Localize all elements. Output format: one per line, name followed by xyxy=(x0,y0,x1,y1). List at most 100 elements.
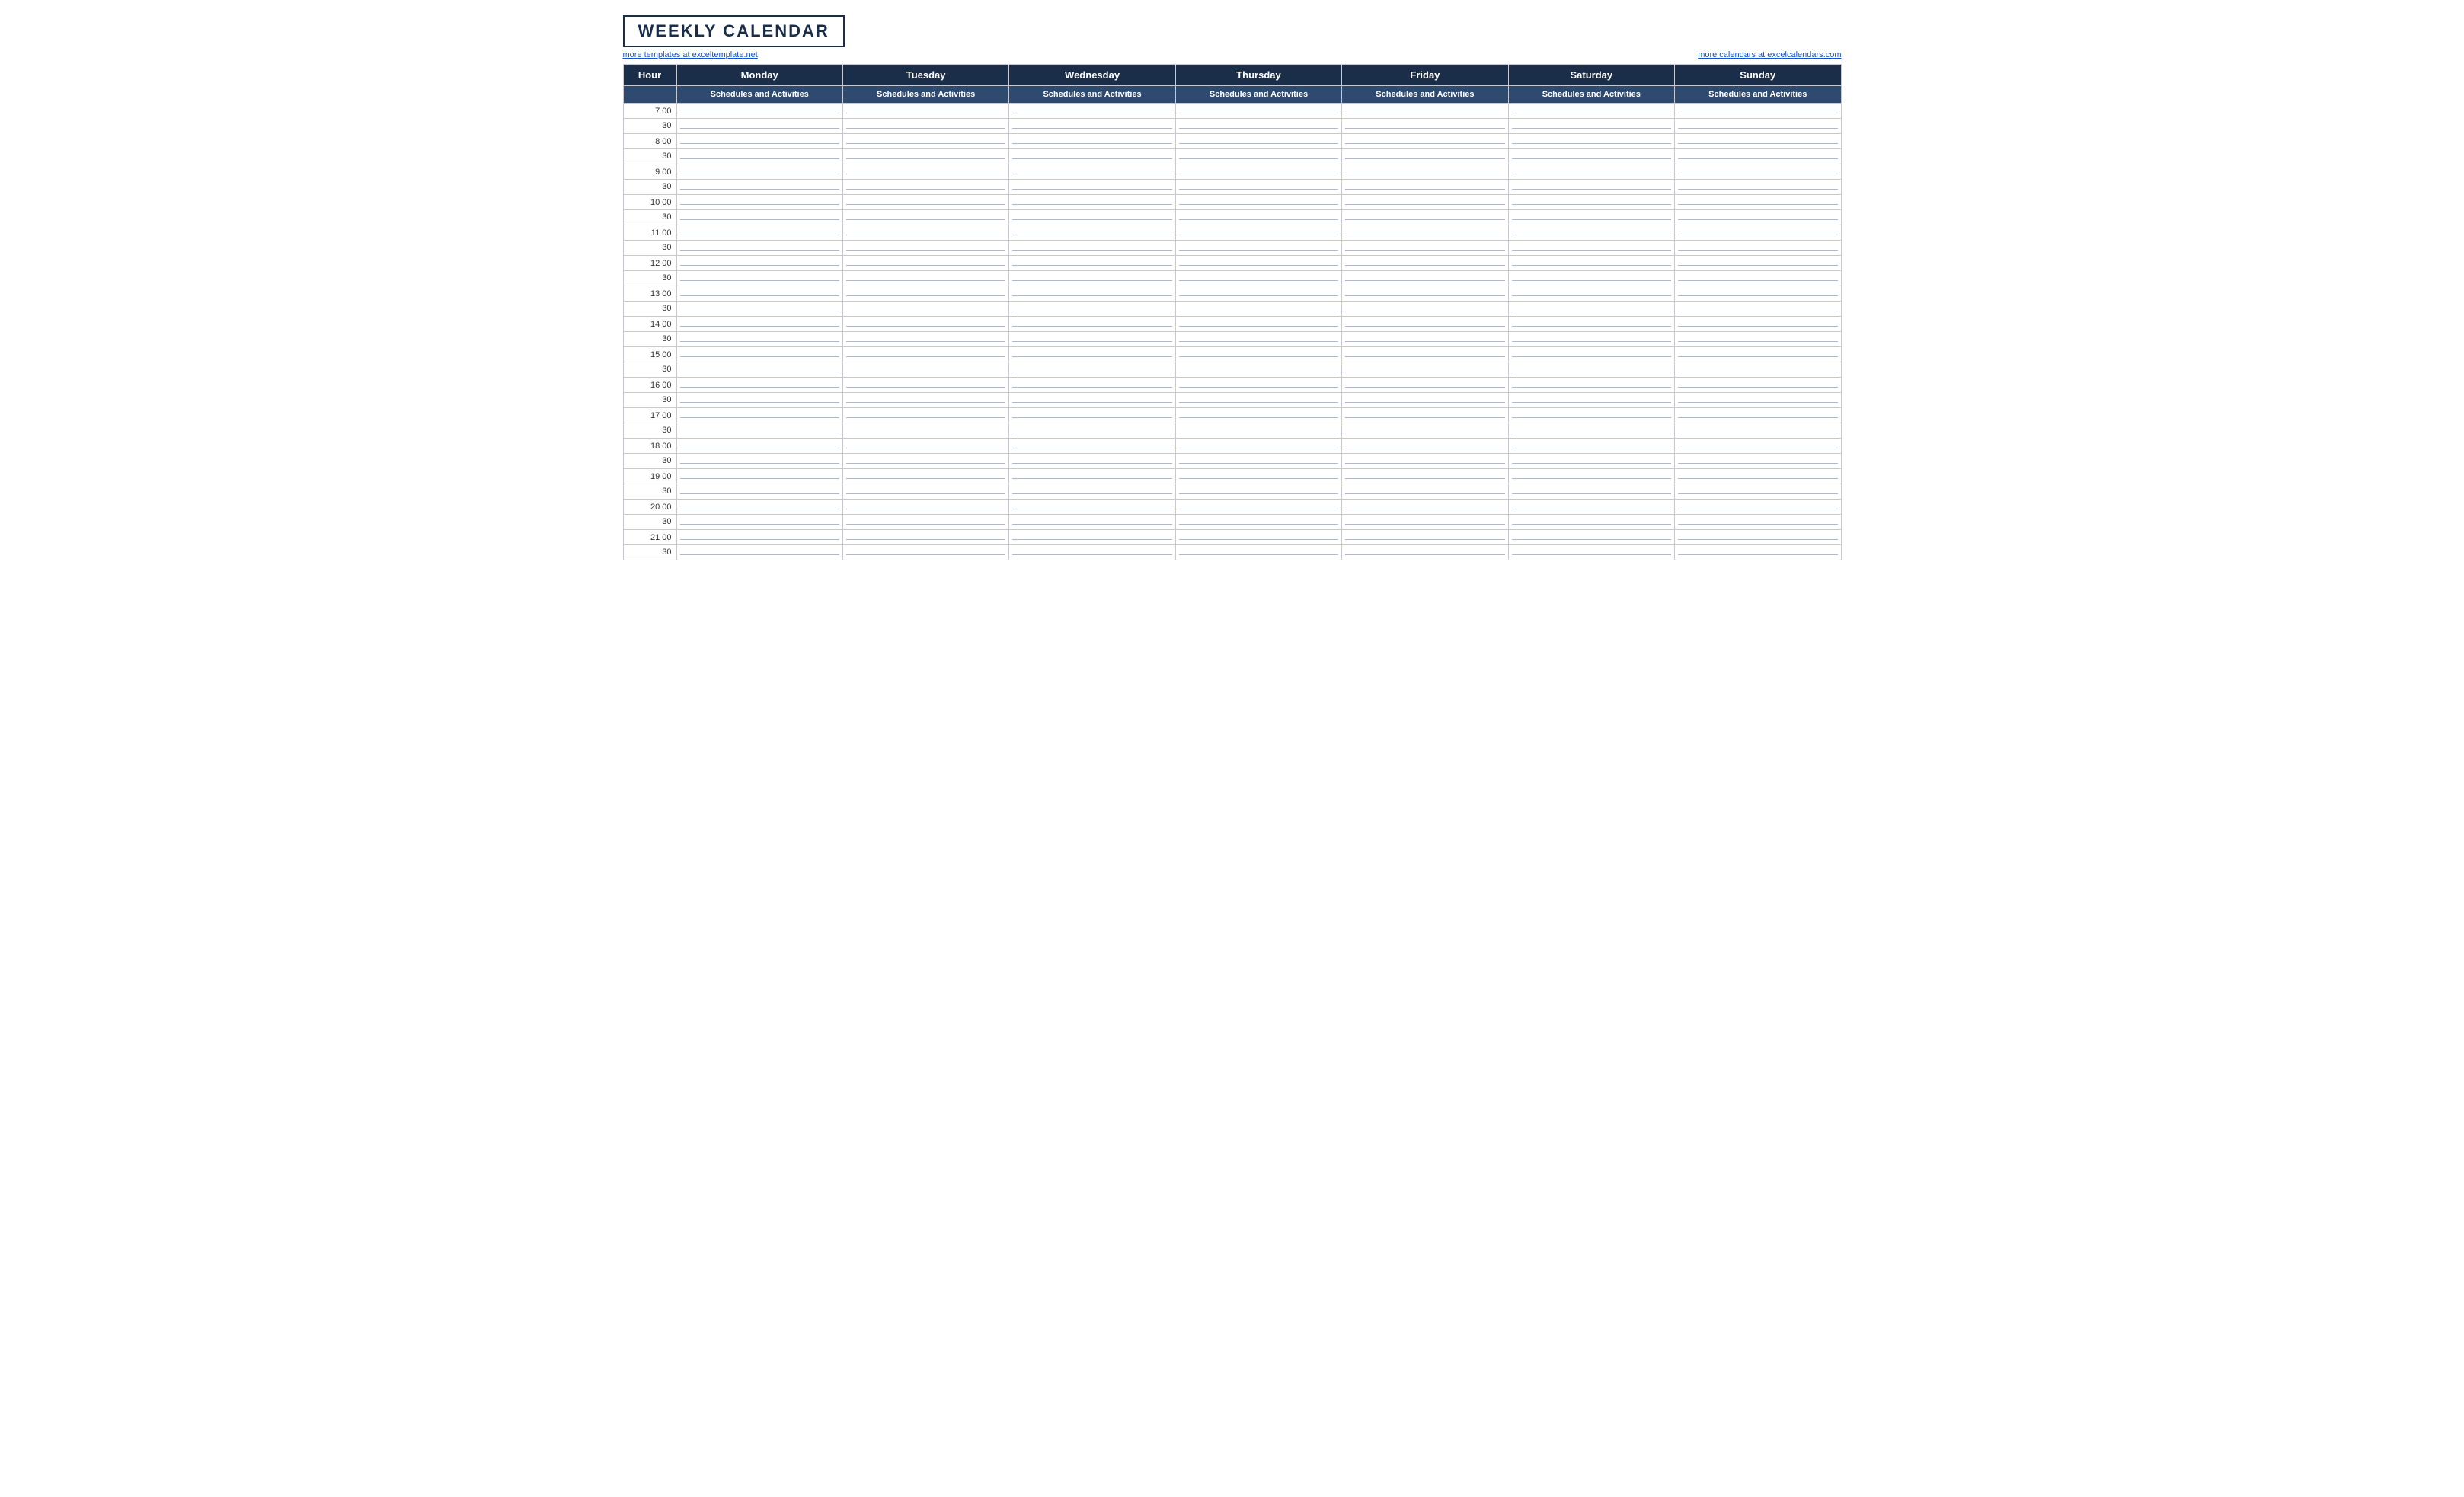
schedule-cell[interactable] xyxy=(1342,104,1508,119)
schedule-cell[interactable] xyxy=(842,286,1008,302)
schedule-cell[interactable] xyxy=(1009,530,1175,545)
schedule-cell[interactable] xyxy=(1508,500,1674,515)
schedule-cell[interactable] xyxy=(1175,256,1341,271)
schedule-cell-half[interactable] xyxy=(1675,119,1841,134)
schedule-cell[interactable] xyxy=(1508,134,1674,149)
schedule-cell[interactable] xyxy=(842,134,1008,149)
schedule-cell-half[interactable] xyxy=(1342,515,1508,530)
schedule-cell-half[interactable] xyxy=(1009,180,1175,195)
schedule-cell-half[interactable] xyxy=(842,423,1008,439)
schedule-cell-half[interactable] xyxy=(842,545,1008,560)
schedule-cell[interactable] xyxy=(676,408,842,423)
schedule-cell[interactable] xyxy=(1342,530,1508,545)
schedule-cell[interactable] xyxy=(842,378,1008,393)
schedule-cell-half[interactable] xyxy=(676,423,842,439)
schedule-cell[interactable] xyxy=(1175,195,1341,210)
schedule-cell-half[interactable] xyxy=(1675,149,1841,164)
schedule-cell-half[interactable] xyxy=(842,241,1008,256)
schedule-cell-half[interactable] xyxy=(1508,484,1674,500)
schedule-cell-half[interactable] xyxy=(842,393,1008,408)
schedule-cell-half[interactable] xyxy=(1009,241,1175,256)
schedule-cell[interactable] xyxy=(1342,439,1508,454)
schedule-cell[interactable] xyxy=(676,164,842,180)
schedule-cell[interactable] xyxy=(1342,286,1508,302)
schedule-cell-half[interactable] xyxy=(1508,271,1674,286)
schedule-cell-half[interactable] xyxy=(1342,393,1508,408)
schedule-cell[interactable] xyxy=(1009,408,1175,423)
schedule-cell-half[interactable] xyxy=(676,515,842,530)
schedule-cell[interactable] xyxy=(1675,439,1841,454)
schedule-cell[interactable] xyxy=(1342,256,1508,271)
schedule-cell-half[interactable] xyxy=(842,362,1008,378)
schedule-cell-half[interactable] xyxy=(1342,454,1508,469)
schedule-cell-half[interactable] xyxy=(1675,362,1841,378)
schedule-cell[interactable] xyxy=(1508,286,1674,302)
schedule-cell-half[interactable] xyxy=(1508,210,1674,225)
schedule-cell[interactable] xyxy=(1009,317,1175,332)
schedule-cell[interactable] xyxy=(1175,164,1341,180)
schedule-cell[interactable] xyxy=(1342,225,1508,241)
schedule-cell-half[interactable] xyxy=(1342,423,1508,439)
schedule-cell[interactable] xyxy=(842,439,1008,454)
schedule-cell-half[interactable] xyxy=(1009,271,1175,286)
schedule-cell-half[interactable] xyxy=(1009,393,1175,408)
schedule-cell[interactable] xyxy=(1175,530,1341,545)
schedule-cell-half[interactable] xyxy=(842,302,1008,317)
schedule-cell-half[interactable] xyxy=(1175,302,1341,317)
schedule-cell-half[interactable] xyxy=(1675,271,1841,286)
schedule-cell[interactable] xyxy=(676,256,842,271)
schedule-cell-half[interactable] xyxy=(842,210,1008,225)
schedule-cell[interactable] xyxy=(1175,225,1341,241)
schedule-cell[interactable] xyxy=(1675,378,1841,393)
schedule-cell[interactable] xyxy=(1009,347,1175,362)
schedule-cell[interactable] xyxy=(676,500,842,515)
schedule-cell[interactable] xyxy=(1342,500,1508,515)
schedule-cell[interactable] xyxy=(1175,134,1341,149)
schedule-cell[interactable] xyxy=(676,286,842,302)
schedule-cell[interactable] xyxy=(676,104,842,119)
schedule-cell[interactable] xyxy=(842,408,1008,423)
schedule-cell-half[interactable] xyxy=(1675,393,1841,408)
schedule-cell[interactable] xyxy=(1675,469,1841,484)
schedule-cell-half[interactable] xyxy=(676,393,842,408)
schedule-cell-half[interactable] xyxy=(1675,302,1841,317)
schedule-cell-half[interactable] xyxy=(1009,545,1175,560)
schedule-cell-half[interactable] xyxy=(1508,454,1674,469)
schedule-cell-half[interactable] xyxy=(1675,180,1841,195)
schedule-cell[interactable] xyxy=(1508,408,1674,423)
schedule-cell[interactable] xyxy=(1508,256,1674,271)
schedule-cell-half[interactable] xyxy=(1342,545,1508,560)
link-right[interactable]: more calendars at excelcalendars.com xyxy=(1698,50,1841,59)
schedule-cell-half[interactable] xyxy=(1675,210,1841,225)
schedule-cell[interactable] xyxy=(676,317,842,332)
schedule-cell[interactable] xyxy=(1175,439,1341,454)
schedule-cell-half[interactable] xyxy=(676,210,842,225)
schedule-cell-half[interactable] xyxy=(1342,271,1508,286)
schedule-cell-half[interactable] xyxy=(1342,180,1508,195)
schedule-cell[interactable] xyxy=(1508,104,1674,119)
schedule-cell-half[interactable] xyxy=(1009,149,1175,164)
schedule-cell[interactable] xyxy=(842,225,1008,241)
schedule-cell[interactable] xyxy=(1009,134,1175,149)
schedule-cell[interactable] xyxy=(1175,104,1341,119)
schedule-cell[interactable] xyxy=(842,469,1008,484)
schedule-cell[interactable] xyxy=(1009,104,1175,119)
schedule-cell[interactable] xyxy=(1675,164,1841,180)
schedule-cell-half[interactable] xyxy=(842,515,1008,530)
schedule-cell-half[interactable] xyxy=(676,332,842,347)
schedule-cell-half[interactable] xyxy=(1175,271,1341,286)
schedule-cell-half[interactable] xyxy=(676,180,842,195)
schedule-cell[interactable] xyxy=(1175,500,1341,515)
schedule-cell[interactable] xyxy=(1508,164,1674,180)
schedule-cell-half[interactable] xyxy=(1342,332,1508,347)
schedule-cell[interactable] xyxy=(1175,317,1341,332)
schedule-cell[interactable] xyxy=(676,347,842,362)
schedule-cell[interactable] xyxy=(1508,195,1674,210)
schedule-cell-half[interactable] xyxy=(1342,484,1508,500)
schedule-cell[interactable] xyxy=(1342,408,1508,423)
schedule-cell[interactable] xyxy=(842,256,1008,271)
schedule-cell[interactable] xyxy=(676,378,842,393)
schedule-cell-half[interactable] xyxy=(676,271,842,286)
schedule-cell-half[interactable] xyxy=(1508,393,1674,408)
schedule-cell[interactable] xyxy=(1675,134,1841,149)
